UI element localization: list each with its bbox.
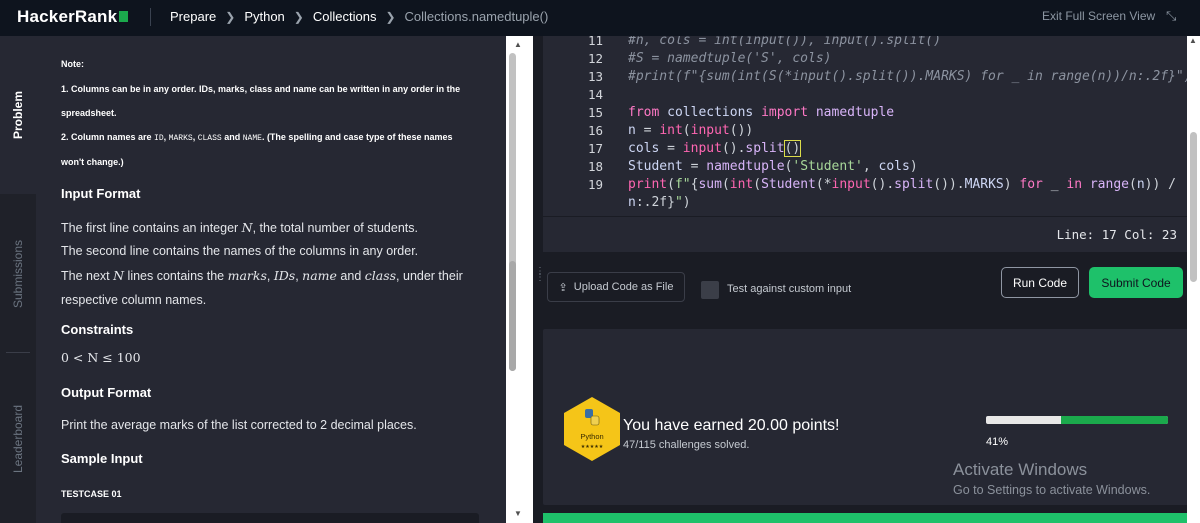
tab-submissions-label: Submissions [11,239,25,309]
testcase-label: TESTCASE 01 [61,489,122,499]
note-line-1: 1. Columns can be in any order. IDs, mar… [61,84,461,94]
breadcrumb-prepare[interactable]: Prepare [170,9,216,24]
constraint-text: 0 < N ≤ 100 [61,350,141,365]
success-banner [543,513,1187,523]
scroll-down-arrow-icon[interactable]: ▼ [514,509,522,518]
constraints-heading: Constraints [61,322,134,337]
upload-code-button[interactable]: ⇪ Upload Code as File [547,272,685,302]
problem-statement: Note: 1. Columns can be in any order. ID… [36,36,506,523]
code-editor[interactable]: 11 #n, cols = int(input()), input().split… [543,36,1189,216]
exit-fullscreen-icon[interactable]: ⤡ [1166,8,1176,24]
breadcrumb-python[interactable]: Python [244,9,284,24]
progress-percent: 41% [986,436,1009,448]
note-line-2b: won't change.) [61,157,124,167]
cursor-position: Line: 17 Col: 23 [543,216,1189,252]
tab-leaderboard-label: Leaderboard [11,404,25,473]
hackerrank-logo[interactable]: HackerRank [17,7,129,27]
tab-problem-label: Problem [11,90,26,140]
tab-leaderboard[interactable]: Leaderboard [0,354,36,523]
progress-bar [986,416,1168,424]
output-format-heading: Output Format [61,385,152,400]
problem-scrollbar[interactable]: ▲ ▼ [506,36,533,523]
input-line-3: The next N lines contains the marks, IDs… [61,268,463,283]
chevron-right-icon: ❯ [225,9,236,24]
note-title: Note: [61,59,84,69]
note-line-2: 2. Column names are ID, MARKS, CLASS and… [61,132,453,143]
scrollbar-thumb[interactable] [509,261,516,371]
points-earned-text: You have earned 20.00 points! [623,417,840,434]
input-line-2: The second line contains the names of th… [61,244,419,258]
progress-fill [1060,416,1168,424]
editor-panel: 11 #n, cols = int(input()), input().split… [533,36,1200,523]
output-format-text: Print the average marks of the list corr… [61,418,417,432]
tab-problem[interactable]: Problem [0,36,36,194]
upload-icon: ⇪ [558,281,568,294]
submit-code-button[interactable]: Submit Code [1089,267,1183,298]
exit-fullscreen-link[interactable]: Exit Full Screen View [1042,9,1155,23]
input-line-1: The first line contains an integer N, th… [61,220,418,235]
python-badge-icon: Python ★★★★★ [564,397,620,461]
input-line-3b: respective column names. [61,293,207,307]
challenges-solved-text: 47/115 challenges solved. [623,439,750,451]
sample-input-heading: Sample Input [61,451,143,466]
svg-text:Python: Python [580,432,603,441]
scrollbar-thumb[interactable] [1190,132,1197,282]
svg-text:★★★★★: ★★★★★ [581,444,604,450]
scroll-up-arrow-icon[interactable]: ▲ [514,40,522,49]
drag-handle-icon[interactable]: ⋮ ⋮ [535,267,545,283]
run-code-button[interactable]: Run Code [1001,267,1079,298]
note-line-1b: spreadsheet. [61,108,117,118]
testcase-box [61,513,479,523]
breadcrumb-collections[interactable]: Collections [313,9,377,24]
activate-windows-subtext: Go to Settings to activate Windows. [953,483,1151,497]
divider [6,352,30,353]
chevron-right-icon: ❯ [385,9,396,24]
input-format-heading: Input Format [61,186,141,201]
side-nav: Problem Submissions Leaderboard [0,36,36,523]
breadcrumb-current: Collections.namedtuple() [404,9,549,24]
top-bar: HackerRank Prepare ❯ Python ❯ Collection… [0,0,1200,36]
chevron-right-icon: ❯ [293,9,304,24]
divider [150,8,151,26]
activate-windows-watermark: Activate Windows [953,460,1088,479]
result-panel: Python ★★★★★ You have earned 20.00 point… [543,329,1189,505]
tab-submissions[interactable]: Submissions [0,194,36,354]
custom-input-label[interactable]: Test against custom input [727,283,851,295]
editor-scrollbar[interactable]: ▲ [1187,36,1200,523]
upload-code-label: Upload Code as File [573,281,674,293]
custom-input-checkbox[interactable] [701,281,719,299]
breadcrumb: Prepare ❯ Python ❯ Collections ❯ Collect… [170,9,548,24]
scroll-up-arrow-icon[interactable]: ▲ [1189,36,1197,45]
